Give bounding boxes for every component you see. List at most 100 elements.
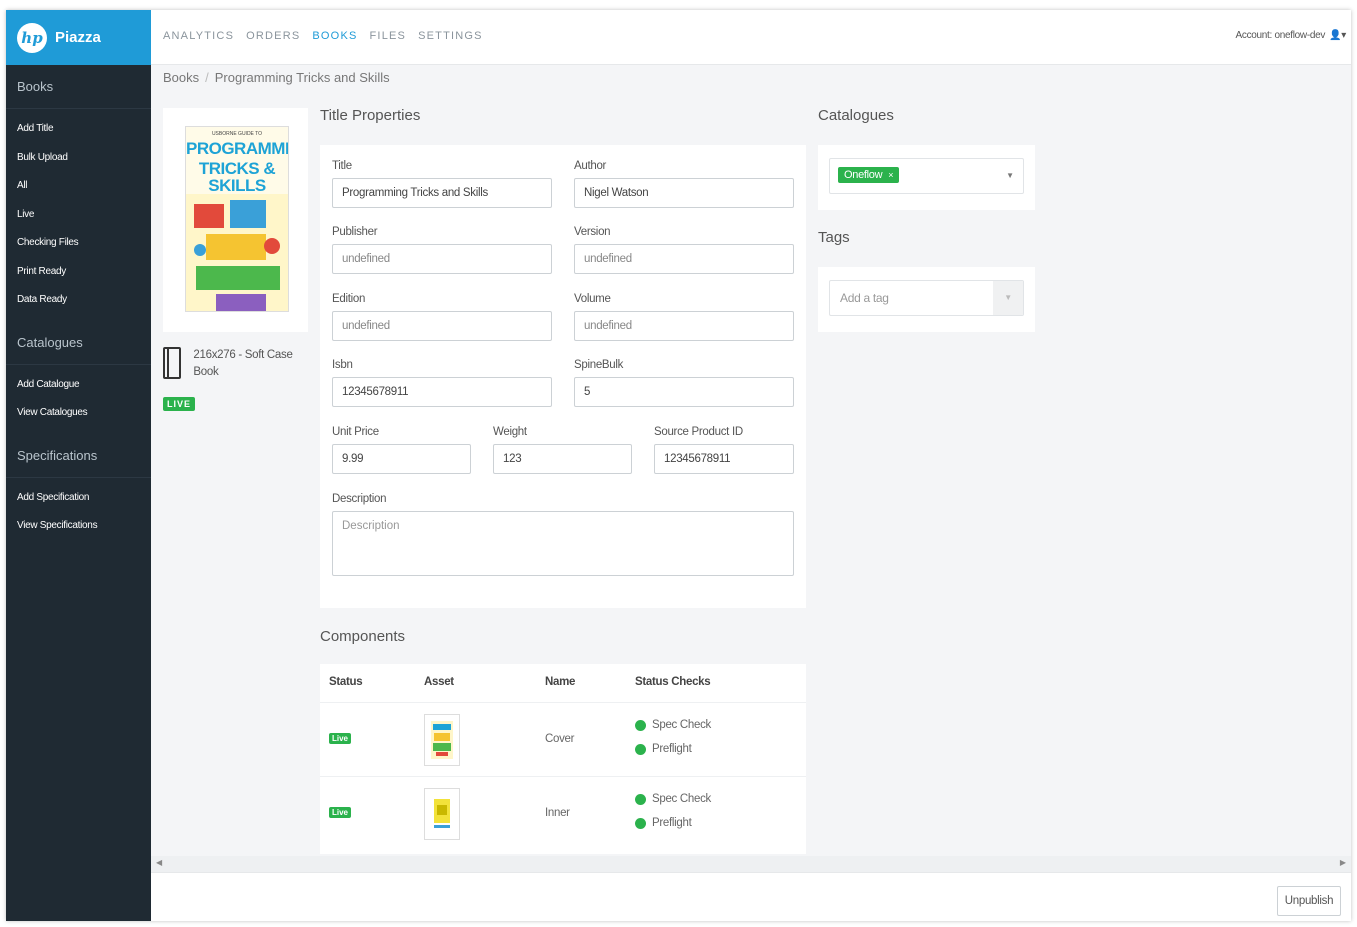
sidebar-item-add-title[interactable]: Add Title — [6, 115, 151, 144]
title-properties-heading: Title Properties — [320, 107, 421, 124]
brand-name: Piazza — [55, 29, 101, 46]
breadcrumb-books[interactable]: Books — [163, 70, 199, 85]
check-item: Spec Check — [635, 719, 711, 731]
chevron-down-icon[interactable]: ▼ — [1006, 171, 1014, 180]
unit-price-input[interactable]: 9.99 — [332, 444, 471, 474]
tag-input-placeholder: Add a tag — [840, 291, 889, 305]
sidebar-section-specifications: Specifications — [6, 434, 151, 478]
cover-title-line1: PROGRAMMING — [186, 139, 289, 158]
source-product-id-field-group: Source Product ID 12345678911 — [654, 426, 794, 474]
spinebulk-input[interactable]: 5 — [574, 377, 794, 407]
account-label: Account: oneflow-dev — [1235, 30, 1326, 41]
sidebar-item-print-ready[interactable]: Print Ready — [6, 258, 151, 287]
cover-card: USBORNE GUIDE TO PROGRAMMING TRICKS & SK… — [163, 108, 308, 332]
sidebar-item-data-ready[interactable]: Data Ready — [6, 286, 151, 315]
sidebar-section-catalogues: Catalogues — [6, 321, 151, 365]
weight-label: Weight — [493, 426, 527, 438]
scroll-right-icon[interactable]: ▶ — [1340, 858, 1346, 867]
description-textarea[interactable]: Description — [332, 511, 794, 576]
breadcrumb: Books / Programming Tricks and Skills — [163, 70, 390, 85]
author-label: Author — [574, 160, 607, 172]
check-item: Preflight — [635, 743, 692, 755]
horizontal-scrollbar[interactable]: ◀ ▶ — [151, 856, 1351, 872]
check-label: Spec Check — [652, 719, 712, 731]
source-product-id-label: Source Product ID — [654, 426, 743, 438]
isbn-input[interactable]: 12345678911 — [332, 377, 552, 407]
app-window: hp Piazza Books Add Title Bulk Upload Al… — [6, 10, 1351, 921]
table-row: Live Cover Spec Check Preflight — [320, 702, 806, 776]
author-field-group: Author Nigel Watson — [574, 160, 794, 208]
cover-illustration — [186, 194, 288, 311]
nav-analytics[interactable]: ANALYTICS — [163, 30, 234, 42]
sidebar-item-view-specifications[interactable]: View Specifications — [6, 512, 151, 541]
nav-files[interactable]: FILES — [370, 30, 407, 42]
sidebar-item-add-specification[interactable]: Add Specification — [6, 484, 151, 513]
nav-books[interactable]: BOOKS — [312, 30, 357, 42]
unpublish-button[interactable]: Unpublish — [1277, 886, 1341, 916]
cover-small-text: USBORNE GUIDE TO — [211, 131, 263, 137]
catalogue-chip: Oneflow × — [838, 167, 900, 183]
status-badge: LIVE — [163, 397, 196, 411]
cover-asset-thumbnail[interactable] — [424, 714, 460, 766]
sidebar-item-view-catalogues[interactable]: View Catalogues — [6, 399, 151, 428]
sidebar: hp Piazza Books Add Title Bulk Upload Al… — [6, 10, 151, 921]
check-item: Spec Check — [635, 793, 711, 805]
source-product-id-input[interactable]: 12345678911 — [654, 444, 794, 474]
sidebar-item-checking-files[interactable]: Checking Files — [6, 229, 151, 258]
nav-settings[interactable]: SETTINGS — [418, 30, 483, 42]
isbn-label: Isbn — [332, 359, 353, 371]
author-input[interactable]: Nigel Watson — [574, 178, 794, 208]
volume-input[interactable]: undefined — [574, 311, 794, 341]
book-icon — [163, 347, 182, 379]
scroll-left-icon[interactable]: ◀ — [156, 858, 162, 867]
catalogue-chip-label: Oneflow — [844, 169, 883, 181]
breadcrumb-separator: / — [205, 70, 209, 85]
version-field-group: Version undefined — [574, 226, 794, 274]
book-spec-text: 216x276 - Soft Case Book — [193, 349, 293, 378]
tags-heading: Tags — [818, 229, 850, 246]
check-label: Preflight — [652, 743, 692, 755]
user-icon: 👤▾ — [1329, 30, 1346, 41]
row-name: Inner — [545, 807, 570, 819]
column-header-name: Name — [545, 676, 576, 688]
chevron-down-icon[interactable]: ▼ — [993, 281, 1023, 315]
version-input[interactable]: undefined — [574, 244, 794, 274]
check-ok-icon — [635, 719, 646, 731]
inner-asset-thumbnail[interactable] — [424, 788, 460, 840]
main-nav: ANALYTICS ORDERS BOOKS FILES SETTINGS — [163, 30, 495, 42]
account-menu[interactable]: Account: oneflow-dev 👤▾ — [1236, 30, 1347, 41]
publisher-field-group: Publisher undefined — [332, 226, 552, 274]
catalogues-card: Oneflow × ▼ — [818, 145, 1035, 210]
volume-label: Volume — [574, 293, 611, 305]
description-field-group: Description Description — [332, 493, 794, 576]
nav-orders[interactable]: ORDERS — [246, 30, 300, 42]
remove-chip-icon[interactable]: × — [888, 170, 893, 180]
check-ok-icon — [635, 743, 646, 755]
weight-input[interactable]: 123 — [493, 444, 632, 474]
unit-price-field-group: Unit Price 9.99 — [332, 426, 471, 474]
version-label: Version — [574, 226, 611, 238]
row-status-badge: Live — [329, 733, 352, 744]
sidebar-item-add-catalogue[interactable]: Add Catalogue — [6, 371, 151, 400]
sidebar-item-live[interactable]: Live — [6, 201, 151, 230]
table-row: Live Inner Spec Check Preflight — [320, 776, 806, 850]
book-spec: 216x276 - Soft Case Book — [163, 347, 308, 381]
check-label: Spec Check — [652, 793, 712, 805]
publisher-input[interactable]: undefined — [332, 244, 552, 274]
row-name: Cover — [545, 733, 575, 745]
title-input[interactable]: Programming Tricks and Skills — [332, 178, 552, 208]
title-label: Title — [332, 160, 352, 172]
description-label: Description — [332, 493, 387, 505]
tag-input[interactable]: Add a tag ▼ — [829, 280, 1024, 316]
isbn-field-group: Isbn 12345678911 — [332, 359, 552, 407]
sidebar-item-all[interactable]: All — [6, 172, 151, 201]
sidebar-item-bulk-upload[interactable]: Bulk Upload — [6, 144, 151, 173]
column-header-status-checks: Status Checks — [635, 676, 711, 688]
sidebar-section-books: Books — [6, 65, 151, 109]
components-table: Status Asset Name Status Checks Live Cov… — [320, 664, 806, 854]
brand-header[interactable]: hp Piazza — [6, 10, 151, 65]
title-properties-card: Title Programming Tricks and Skills Auth… — [320, 145, 806, 608]
edition-input[interactable]: undefined — [332, 311, 552, 341]
catalogues-select[interactable]: Oneflow × ▼ — [829, 158, 1024, 194]
tags-card: Add a tag ▼ — [818, 267, 1035, 332]
